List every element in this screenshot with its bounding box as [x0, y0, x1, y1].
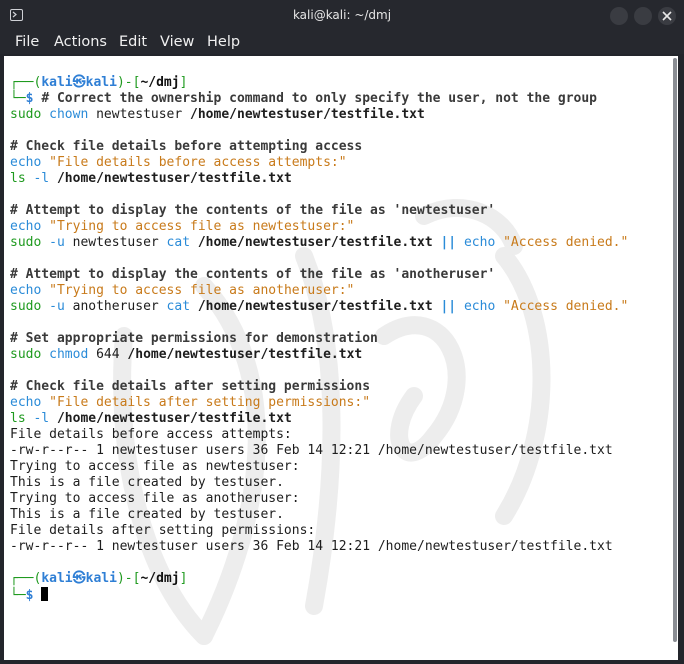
cmd-chmod: sudo chmod 644 /home/newtestuser/testfil…	[10, 347, 363, 362]
output-line: File details after setting permissions:	[10, 523, 316, 538]
cmd-ls: ls -l /home/newtestuser/testfile.txt	[10, 171, 292, 186]
menu-help[interactable]: Help	[207, 34, 240, 50]
minimize-button[interactable]	[610, 7, 628, 25]
cmd-echo: echo "Trying to access file as newtestus…	[10, 219, 355, 234]
comment-line: # Attempt to display the contents of the…	[10, 203, 496, 218]
close-button[interactable]	[658, 7, 676, 25]
cmd-chown: sudo chown newtestuser /home/newtestuser…	[10, 107, 425, 122]
comment-line: # Check file details before attempting a…	[10, 139, 363, 154]
output-line: This is a file created by testuser.	[10, 475, 284, 490]
cmd-ls: ls -l /home/newtestuser/testfile.txt	[10, 411, 292, 426]
menu-bar: File Actions Edit View Help	[0, 32, 684, 54]
menu-view[interactable]: View	[160, 34, 194, 50]
terminal-window: kali@kali: ~/dmj File Actions Edit View …	[0, 0, 684, 664]
menu-actions[interactable]: Actions	[54, 34, 107, 50]
prompt-line-1: ┌──(kali㉿kali)-[~/dmj]	[10, 75, 188, 90]
output-line: File details before access attempts:	[10, 427, 292, 442]
window-title: kali@kali: ~/dmj	[292, 8, 392, 22]
close-icon	[662, 11, 672, 21]
prompt-line-1: ┌──(kali㉿kali)-[~/dmj]	[10, 571, 188, 586]
output-line: Trying to access file as newtestuser:	[10, 459, 300, 474]
maximize-button[interactable]	[634, 7, 652, 25]
cmd-sudo-cat: sudo -u anotheruser cat /home/newtestuse…	[10, 299, 629, 314]
title-bar[interactable]: kali@kali: ~/dmj	[0, 0, 684, 32]
output-line: -rw-r--r-- 1 newtestuser users 36 Feb 14…	[10, 443, 613, 458]
output-line: This is a file created by testuser.	[10, 507, 284, 522]
menu-file[interactable]: File	[15, 34, 39, 50]
output-line: -rw-r--r-- 1 newtestuser users 36 Feb 14…	[10, 539, 613, 554]
comment-line: # Check file details after setting permi…	[10, 379, 371, 394]
cmd-echo: echo "File details before access attempt…	[10, 155, 347, 170]
cmd-sudo-cat: sudo -u newtestuser cat /home/newtestuse…	[10, 235, 629, 250]
comment-line: # Set appropriate permissions for demons…	[10, 331, 378, 346]
comment-line: # Attempt to display the contents of the…	[10, 267, 496, 282]
text-cursor	[41, 587, 49, 601]
output-line: Trying to access file as anotheruser:	[10, 491, 300, 506]
prompt-line-2: └─$ # Correct the ownership command to o…	[10, 91, 598, 106]
cmd-echo: echo "Trying to access file as anotherus…	[10, 283, 355, 298]
scrollbar[interactable]	[672, 56, 678, 660]
cmd-echo: echo "File details after setting permiss…	[10, 395, 371, 410]
terminal-area[interactable]: ┌──(kali㉿kali)-[~/dmj] └─$ # Correct the…	[4, 56, 672, 660]
prompt-line-2[interactable]: └─$	[10, 587, 628, 603]
scrollbar-thumb[interactable]	[673, 58, 677, 642]
menu-edit[interactable]: Edit	[119, 34, 147, 50]
